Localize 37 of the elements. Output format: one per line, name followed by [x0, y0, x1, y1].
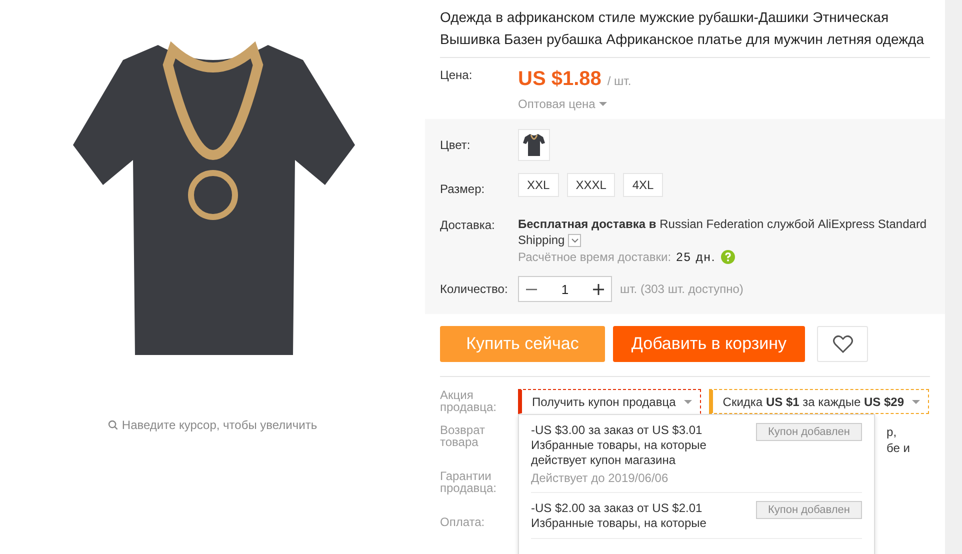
- heart-icon: [832, 335, 852, 353]
- quantity-label: Количество:: [440, 281, 509, 298]
- coupon-validity: Действует до 2019/06/06: [531, 471, 670, 485]
- info-label: Возврат товара: [440, 424, 486, 451]
- promo-label: Акция продавца:: [440, 389, 498, 414]
- size-option[interactable]: XXXL: [566, 173, 616, 197]
- available-quantity: шт. (303 шт. доступно): [620, 282, 744, 296]
- dropdown-icon[interactable]: [568, 234, 582, 248]
- promo-dropdown[interactable]: Получить купон продавца: [518, 389, 701, 414]
- size-option[interactable]: XXL: [518, 173, 559, 197]
- color-swatch[interactable]: [518, 129, 550, 161]
- color-label: Цвет:: [440, 137, 472, 154]
- promo-dropdown[interactable]: Скидка US $1 за каждые US $29: [708, 389, 930, 414]
- price-unit: / шт.: [607, 74, 632, 88]
- quantity-value: 1: [561, 282, 569, 296]
- coupon-description: Избранные товары, на которые действует купон магазина: [531, 438, 708, 468]
- delivery-text: Бесплатная доставка в Russian Federation службой AliExpress Standard Shipping: [518, 216, 928, 248]
- delivery-time-label: Расчётное время доставки:: [518, 250, 672, 264]
- size-option[interactable]: 4XL: [623, 173, 663, 197]
- price-label: Цена:: [440, 68, 474, 84]
- price: US $1.88: [518, 68, 602, 91]
- shirt-thumbnail-drawing: [523, 133, 545, 157]
- info-label: Гарантии продавца:: [440, 470, 498, 497]
- plus-icon[interactable]: [592, 284, 604, 294]
- delivery-label: Доставка:: [440, 217, 496, 234]
- product-title: Одежда в африканском стиле мужские рубашки-Дашики Этническая Вышивка Базен рубашка Африканское платье для мужчин летняя одежда: [440, 0, 930, 58]
- search-icon: [108, 420, 118, 430]
- info-label: Оплата:: [440, 516, 486, 531]
- size-label: Размер:: [440, 181, 486, 197]
- wishlist-button[interactable]: [817, 326, 868, 362]
- coupon-description: Избранные товары, на которые: [531, 516, 708, 531]
- quantity-stepper[interactable]: 1: [518, 276, 612, 302]
- coupon-title: -US $3.00 за заказ от US $3.01: [531, 423, 704, 438]
- coupon-title: -US $2.00 за заказ от US $2.01: [531, 501, 704, 516]
- delivery-time: 25 дн.: [676, 250, 716, 264]
- zoom-hint-text: Наведите курсор, чтобы увеличить: [122, 418, 318, 432]
- info-text: р, бе и: [886, 424, 910, 457]
